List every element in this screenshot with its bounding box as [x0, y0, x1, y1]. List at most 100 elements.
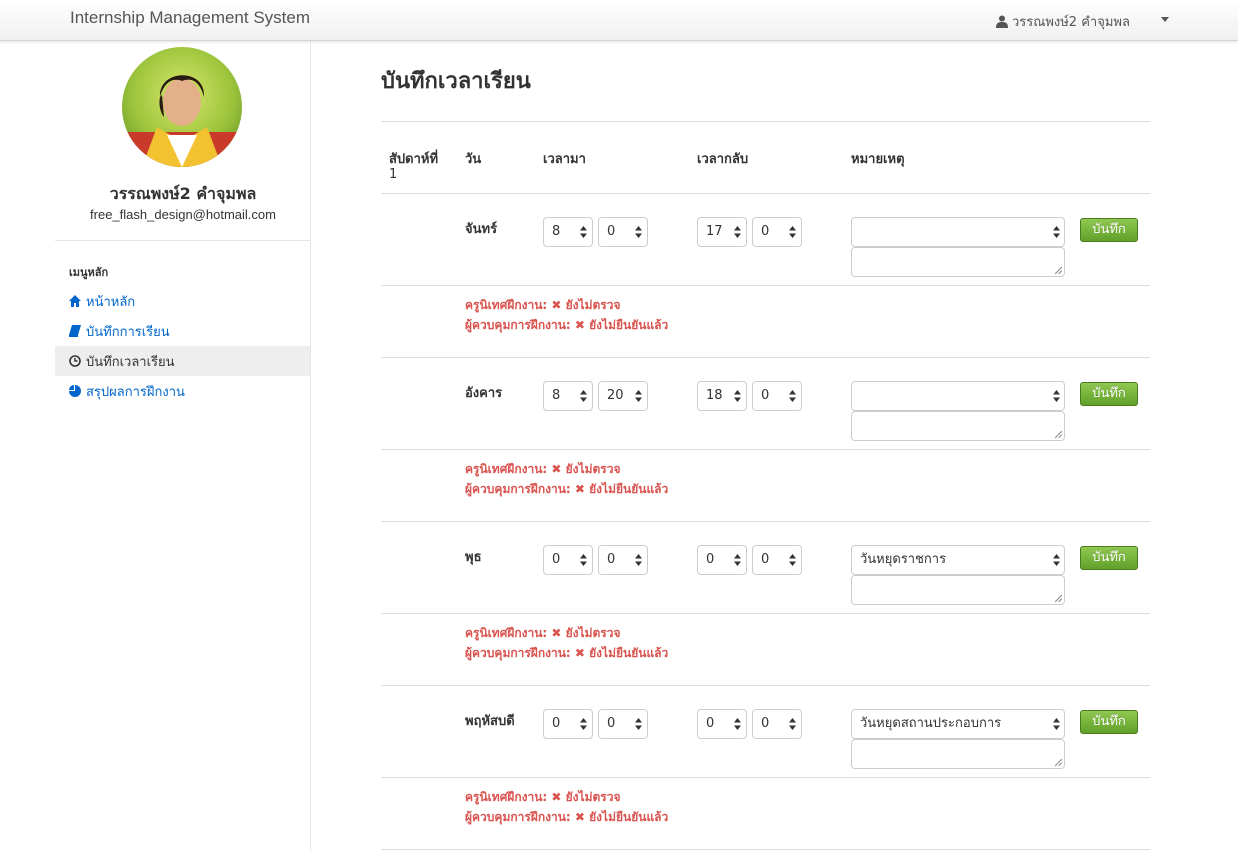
resize-grip-icon[interactable]	[1055, 595, 1062, 602]
column-header-time-in: เวลามา	[543, 152, 586, 167]
row-divider	[381, 685, 1150, 686]
profile-email: free_flash_design@hotmail.com	[90, 207, 276, 222]
cross-icon: ✖	[551, 298, 562, 312]
sidebar-item-label: สรุปผลการฝึกงาน	[86, 384, 185, 400]
time-out-minute-stepper[interactable]: 0	[752, 217, 802, 247]
row-divider	[381, 521, 1150, 522]
time-in-hour-stepper[interactable]: 0	[543, 709, 593, 739]
save-button[interactable]: บันทึก	[1080, 546, 1138, 570]
day-label: จันทร์	[465, 222, 498, 237]
menu-header: เมนูหลัก	[69, 266, 109, 279]
spinner-arrows-icon	[635, 390, 642, 402]
time-in-hour-stepper[interactable]: 8	[543, 217, 593, 247]
brand-title[interactable]: Internship Management System	[70, 8, 310, 28]
save-button[interactable]: บันทึก	[1080, 382, 1138, 406]
resize-grip-icon[interactable]	[1055, 267, 1062, 274]
spinner-arrows-icon	[734, 554, 741, 566]
supervisor-status: ผู้ควบคุมการฝึกงาน: ✖ ยังไม่ยืนยันแล้ว	[465, 318, 669, 332]
time-in-hour-stepper[interactable]: 8	[543, 381, 593, 411]
resize-grip-icon[interactable]	[1055, 431, 1062, 438]
sidebar-item-summary[interactable]: สรุปผลการฝึกงาน	[55, 376, 310, 406]
day-label: พฤหัสบดี	[465, 714, 515, 729]
cross-icon: ✖	[574, 318, 585, 332]
header-divider	[381, 193, 1150, 194]
column-header-week: สัปดาห์ที่	[389, 152, 439, 167]
time-out-minute-stepper[interactable]: 0	[752, 709, 802, 739]
top-navbar: Internship Management System วรรณพงษ์2 ค…	[0, 0, 1238, 41]
spinner-arrows-icon	[580, 226, 587, 238]
cross-icon: ✖	[551, 462, 562, 476]
time-in-minute-stepper[interactable]: 0	[598, 545, 648, 575]
sidebar-item-label: บันทึกการเรียน	[86, 324, 170, 340]
user-menu[interactable]: วรรณพงษ์2 คำจุมพล	[996, 11, 1130, 32]
sidebar-item-time-record[interactable]: บันทึกเวลาเรียน	[55, 346, 310, 376]
resize-grip-icon[interactable]	[1055, 759, 1062, 766]
time-in-minute-stepper[interactable]: 0	[598, 217, 648, 247]
time-out-hour-stepper[interactable]: 18	[697, 381, 747, 411]
sidebar-item-study-record[interactable]: บันทึกการเรียน	[55, 316, 310, 346]
day-label: พุธ	[465, 550, 482, 565]
teacher-status: ครูนิเทศฝึกงาน: ✖ ยังไม่ตรวจ	[465, 298, 621, 312]
row-divider	[381, 849, 1150, 850]
profile-name: วรรณพงษ์2 คำจุมพล	[109, 184, 257, 203]
note-select[interactable]: วันหยุดราชการ	[851, 545, 1065, 575]
spinner-arrows-icon	[580, 390, 587, 402]
sidebar-item-label: บันทึกเวลาเรียน	[86, 354, 175, 370]
time-in-minute-stepper[interactable]: 0	[598, 709, 648, 739]
select-arrows-icon	[1053, 554, 1060, 566]
teacher-status: ครูนิเทศฝึกงาน: ✖ ยังไม่ตรวจ	[465, 790, 621, 804]
user-name: วรรณพงษ์2 คำจุมพล	[1012, 15, 1130, 30]
teacher-status: ครูนิเทศฝึกงาน: ✖ ยังไม่ตรวจ	[465, 462, 621, 476]
sidebar: วรรณพงษ์2 คำจุมพล free_flash_design@hotm…	[55, 41, 311, 851]
title-divider	[381, 121, 1150, 122]
spinner-arrows-icon	[789, 226, 796, 238]
save-button[interactable]: บันทึก	[1080, 710, 1138, 734]
user-icon	[996, 15, 1008, 28]
select-arrows-icon	[1053, 226, 1060, 238]
chevron-down-icon[interactable]	[1161, 17, 1169, 22]
note-select[interactable]: วันหยุดสถานประกอบการ	[851, 709, 1065, 739]
page-title: บันทึกเวลาเรียน	[381, 69, 531, 94]
row-divider	[381, 449, 1150, 450]
spinner-arrows-icon	[635, 718, 642, 730]
time-out-hour-stepper[interactable]: 0	[697, 709, 747, 739]
time-out-minute-stepper[interactable]: 0	[752, 381, 802, 411]
supervisor-status: ผู้ควบคุมการฝึกงาน: ✖ ยังไม่ยืนยันแล้ว	[465, 646, 669, 660]
row-divider	[381, 285, 1150, 286]
spinner-arrows-icon	[789, 390, 796, 402]
spinner-arrows-icon	[789, 554, 796, 566]
cross-icon: ✖	[574, 646, 585, 660]
week-number: 1	[389, 167, 398, 182]
sidebar-item-label: หน้าหลัก	[86, 294, 136, 310]
spinner-arrows-icon	[635, 554, 642, 566]
time-out-hour-stepper[interactable]: 0	[697, 545, 747, 575]
clock-icon	[69, 355, 81, 367]
spinner-arrows-icon	[734, 718, 741, 730]
note-textarea[interactable]	[851, 411, 1065, 441]
note-textarea[interactable]	[851, 247, 1065, 277]
time-out-minute-stepper[interactable]: 0	[752, 545, 802, 575]
book-icon	[69, 325, 81, 337]
time-out-hour-stepper[interactable]: 17	[697, 217, 747, 247]
save-button[interactable]: บันทึก	[1080, 218, 1138, 242]
row-divider	[381, 613, 1150, 614]
note-textarea[interactable]	[851, 575, 1065, 605]
note-textarea[interactable]	[851, 739, 1065, 769]
spinner-arrows-icon	[734, 390, 741, 402]
column-header-day: วัน	[465, 152, 482, 167]
row-divider	[381, 357, 1150, 358]
supervisor-status: ผู้ควบคุมการฝึกงาน: ✖ ยังไม่ยืนยันแล้ว	[465, 810, 669, 824]
cross-icon: ✖	[551, 790, 562, 804]
spinner-arrows-icon	[580, 554, 587, 566]
note-select[interactable]	[851, 381, 1065, 411]
time-in-minute-stepper[interactable]: 20	[598, 381, 648, 411]
sidebar-item-home[interactable]: หน้าหลัก	[55, 286, 310, 316]
spinner-arrows-icon	[635, 226, 642, 238]
note-select[interactable]	[851, 217, 1065, 247]
avatar	[122, 47, 242, 167]
select-arrows-icon	[1053, 390, 1060, 402]
time-in-hour-stepper[interactable]: 0	[543, 545, 593, 575]
teacher-status: ครูนิเทศฝึกงาน: ✖ ยังไม่ตรวจ	[465, 626, 621, 640]
pie-chart-icon	[69, 385, 81, 397]
day-label: อังคาร	[465, 386, 503, 401]
